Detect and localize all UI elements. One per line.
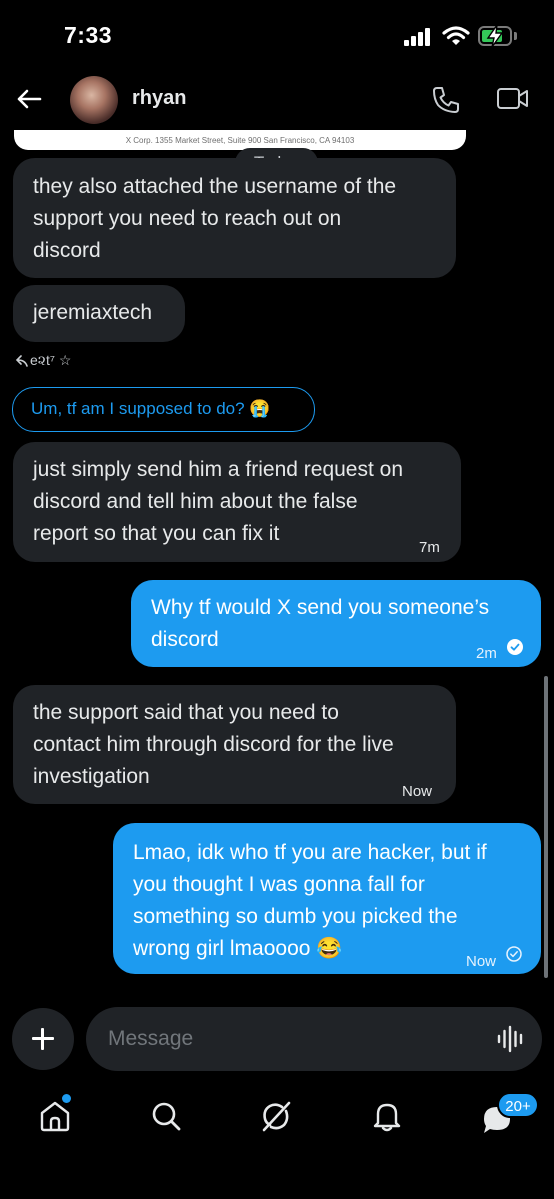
scrollbar[interactable] [544,676,548,978]
incoming-message[interactable]: just simply send him a friend request on… [13,442,461,562]
video-icon[interactable] [496,86,530,112]
bell-icon[interactable] [370,1099,404,1133]
reply-tag: e૨t⁷ ☆ [30,352,72,368]
message-time: 7m [419,539,440,556]
reply-arrow-icon [15,355,28,367]
message-text: Why tf would X send you someone’s discor… [151,596,490,651]
chat-header: rhyan [0,70,554,130]
plus-icon[interactable] [12,1008,74,1070]
message-text: just simply send him a friend request on… [33,458,404,545]
quoted-reply[interactable]: Um, tf am I supposed to do? 😭 [12,387,315,432]
home-icon[interactable] [38,1099,72,1133]
message-text: the support said that you need to contac… [33,701,394,788]
phone-icon[interactable] [430,84,462,116]
card-address: X Corp. 1355 Market Street, Suite 900 Sa… [125,136,355,145]
message-time: Now [402,783,433,800]
message-text: jeremiaxtech [33,301,153,324]
contact-name[interactable]: rhyan [132,87,186,110]
incoming-message[interactable]: the support said that you need to contac… [13,685,456,804]
voice-icon[interactable] [496,1024,526,1054]
outgoing-message[interactable]: Why tf would X send you someone’s discor… [131,580,541,667]
search-icon[interactable] [149,1099,183,1133]
charging-bolt-icon [486,24,504,48]
status-bar: 7:33 [0,0,554,70]
cellular-signal-icon [404,28,434,46]
read-check-icon [507,639,523,655]
avatar[interactable] [70,76,118,124]
sent-check-icon [506,946,522,962]
attachment-card[interactable]: X Corp. 1355 Market Street, Suite 900 Sa… [14,130,466,150]
message-text: Lmao, idk who tf you are hacker, but if … [133,841,487,960]
wifi-icon [442,26,470,45]
message-time: 2m [476,645,497,662]
home-notification-dot [62,1094,71,1103]
message-text: they also attached the username of the s… [33,175,397,262]
back-arrow-icon[interactable] [14,84,44,114]
bottom-nav [0,1085,554,1199]
message-input[interactable] [86,1007,542,1071]
grok-icon[interactable] [259,1099,293,1133]
status-time: 7:33 [64,22,113,48]
incoming-message[interactable]: they also attached the username of the s… [13,158,456,278]
outgoing-message[interactable]: Lmao, idk who tf you are hacker, but if … [113,823,541,974]
incoming-message[interactable]: jeremiaxtech [13,285,185,342]
message-time: Now [466,953,497,970]
messages-badge: 20+ [497,1092,539,1118]
